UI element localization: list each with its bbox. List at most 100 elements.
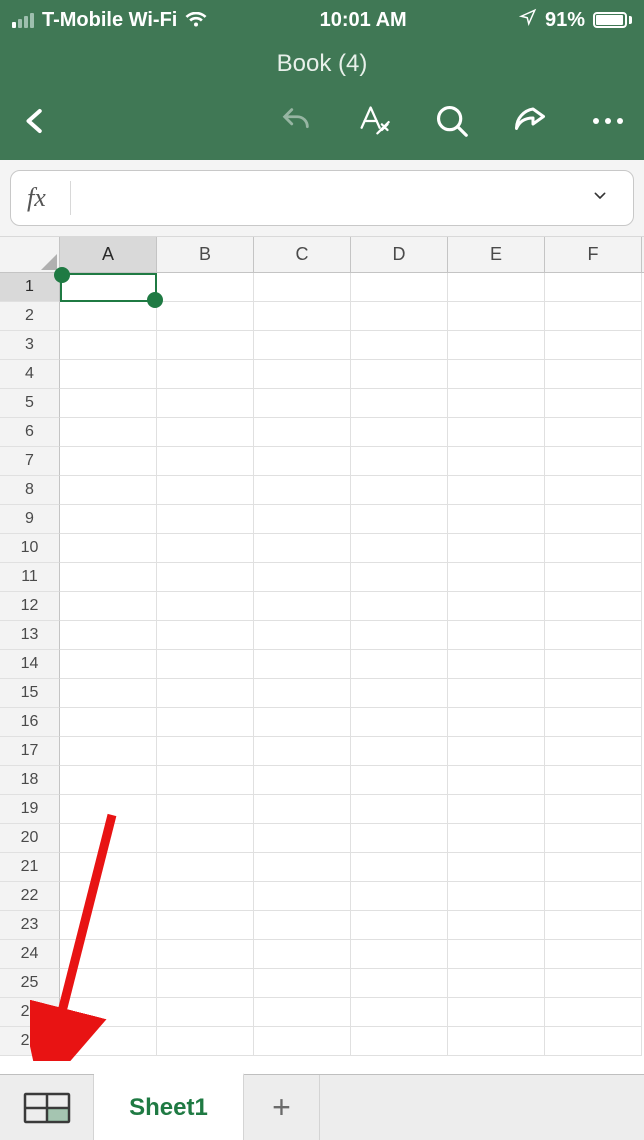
cell-C1[interactable] <box>254 273 351 302</box>
cell-C16[interactable] <box>254 708 351 737</box>
cell-A2[interactable] <box>60 302 157 331</box>
cell-E3[interactable] <box>448 331 545 360</box>
row-header-24[interactable]: 24 <box>0 940 60 969</box>
cell-D5[interactable] <box>351 389 448 418</box>
cell-C21[interactable] <box>254 853 351 882</box>
cell-D7[interactable] <box>351 447 448 476</box>
cell-F9[interactable] <box>545 505 642 534</box>
cell-E21[interactable] <box>448 853 545 882</box>
cell-D26[interactable] <box>351 998 448 1027</box>
cell-A3[interactable] <box>60 331 157 360</box>
col-header-A[interactable]: A <box>60 237 157 272</box>
row-header-19[interactable]: 19 <box>0 795 60 824</box>
cell-B15[interactable] <box>157 679 254 708</box>
cell-D13[interactable] <box>351 621 448 650</box>
format-button[interactable] <box>352 99 396 143</box>
cell-F7[interactable] <box>545 447 642 476</box>
cell-D27[interactable] <box>351 1027 448 1056</box>
cell-A4[interactable] <box>60 360 157 389</box>
cell-F23[interactable] <box>545 911 642 940</box>
cell-A22[interactable] <box>60 882 157 911</box>
cell-C18[interactable] <box>254 766 351 795</box>
cell-B11[interactable] <box>157 563 254 592</box>
cell-D10[interactable] <box>351 534 448 563</box>
cell-F26[interactable] <box>545 998 642 1027</box>
formula-bar[interactable]: fx <box>10 170 634 226</box>
col-header-C[interactable]: C <box>254 237 351 272</box>
cell-F8[interactable] <box>545 476 642 505</box>
col-header-B[interactable]: B <box>157 237 254 272</box>
cell-F6[interactable] <box>545 418 642 447</box>
row-header-6[interactable]: 6 <box>0 418 60 447</box>
cell-D23[interactable] <box>351 911 448 940</box>
cell-F24[interactable] <box>545 940 642 969</box>
cell-E24[interactable] <box>448 940 545 969</box>
cell-B7[interactable] <box>157 447 254 476</box>
row-header-17[interactable]: 17 <box>0 737 60 766</box>
row-header-4[interactable]: 4 <box>0 360 60 389</box>
row-header-5[interactable]: 5 <box>0 389 60 418</box>
cell-B13[interactable] <box>157 621 254 650</box>
cell-B10[interactable] <box>157 534 254 563</box>
col-header-E[interactable]: E <box>448 237 545 272</box>
row-header-12[interactable]: 12 <box>0 592 60 621</box>
cell-selection[interactable] <box>60 273 157 302</box>
cell-C23[interactable] <box>254 911 351 940</box>
expand-formula-icon[interactable] <box>587 188 617 209</box>
cell-F21[interactable] <box>545 853 642 882</box>
cell-B14[interactable] <box>157 650 254 679</box>
cell-F25[interactable] <box>545 969 642 998</box>
spreadsheet-grid[interactable]: ABCDEF 123456789101112131415161718192021… <box>0 237 644 1061</box>
row-header-1[interactable]: 1 <box>0 273 60 302</box>
cell-F17[interactable] <box>545 737 642 766</box>
cell-F5[interactable] <box>545 389 642 418</box>
cell-B2[interactable] <box>157 302 254 331</box>
cell-F13[interactable] <box>545 621 642 650</box>
cell-E15[interactable] <box>448 679 545 708</box>
cell-C11[interactable] <box>254 563 351 592</box>
cell-A27[interactable] <box>60 1027 157 1056</box>
cell-C6[interactable] <box>254 418 351 447</box>
row-header-2[interactable]: 2 <box>0 302 60 331</box>
row-header-26[interactable]: 26 <box>0 998 60 1027</box>
cell-D11[interactable] <box>351 563 448 592</box>
cell-B8[interactable] <box>157 476 254 505</box>
row-header-16[interactable]: 16 <box>0 708 60 737</box>
cell-F19[interactable] <box>545 795 642 824</box>
cell-E2[interactable] <box>448 302 545 331</box>
cell-F10[interactable] <box>545 534 642 563</box>
cell-A19[interactable] <box>60 795 157 824</box>
cell-C9[interactable] <box>254 505 351 534</box>
cell-A23[interactable] <box>60 911 157 940</box>
cell-D4[interactable] <box>351 360 448 389</box>
cell-A18[interactable] <box>60 766 157 795</box>
cell-B20[interactable] <box>157 824 254 853</box>
cell-B6[interactable] <box>157 418 254 447</box>
cell-A7[interactable] <box>60 447 157 476</box>
cell-B26[interactable] <box>157 998 254 1027</box>
cell-E11[interactable] <box>448 563 545 592</box>
cell-C25[interactable] <box>254 969 351 998</box>
cell-F16[interactable] <box>545 708 642 737</box>
cell-C3[interactable] <box>254 331 351 360</box>
col-header-D[interactable]: D <box>351 237 448 272</box>
cell-B16[interactable] <box>157 708 254 737</box>
cell-D2[interactable] <box>351 302 448 331</box>
cell-C8[interactable] <box>254 476 351 505</box>
row-header-11[interactable]: 11 <box>0 563 60 592</box>
cell-B4[interactable] <box>157 360 254 389</box>
col-header-F[interactable]: F <box>545 237 642 272</box>
cell-F20[interactable] <box>545 824 642 853</box>
cell-B17[interactable] <box>157 737 254 766</box>
row-header-22[interactable]: 22 <box>0 882 60 911</box>
search-button[interactable] <box>430 99 474 143</box>
cell-E7[interactable] <box>448 447 545 476</box>
cell-C2[interactable] <box>254 302 351 331</box>
cell-E5[interactable] <box>448 389 545 418</box>
row-header-14[interactable]: 14 <box>0 650 60 679</box>
row-header-9[interactable]: 9 <box>0 505 60 534</box>
cell-E27[interactable] <box>448 1027 545 1056</box>
cell-B24[interactable] <box>157 940 254 969</box>
cell-E22[interactable] <box>448 882 545 911</box>
cell-A17[interactable] <box>60 737 157 766</box>
